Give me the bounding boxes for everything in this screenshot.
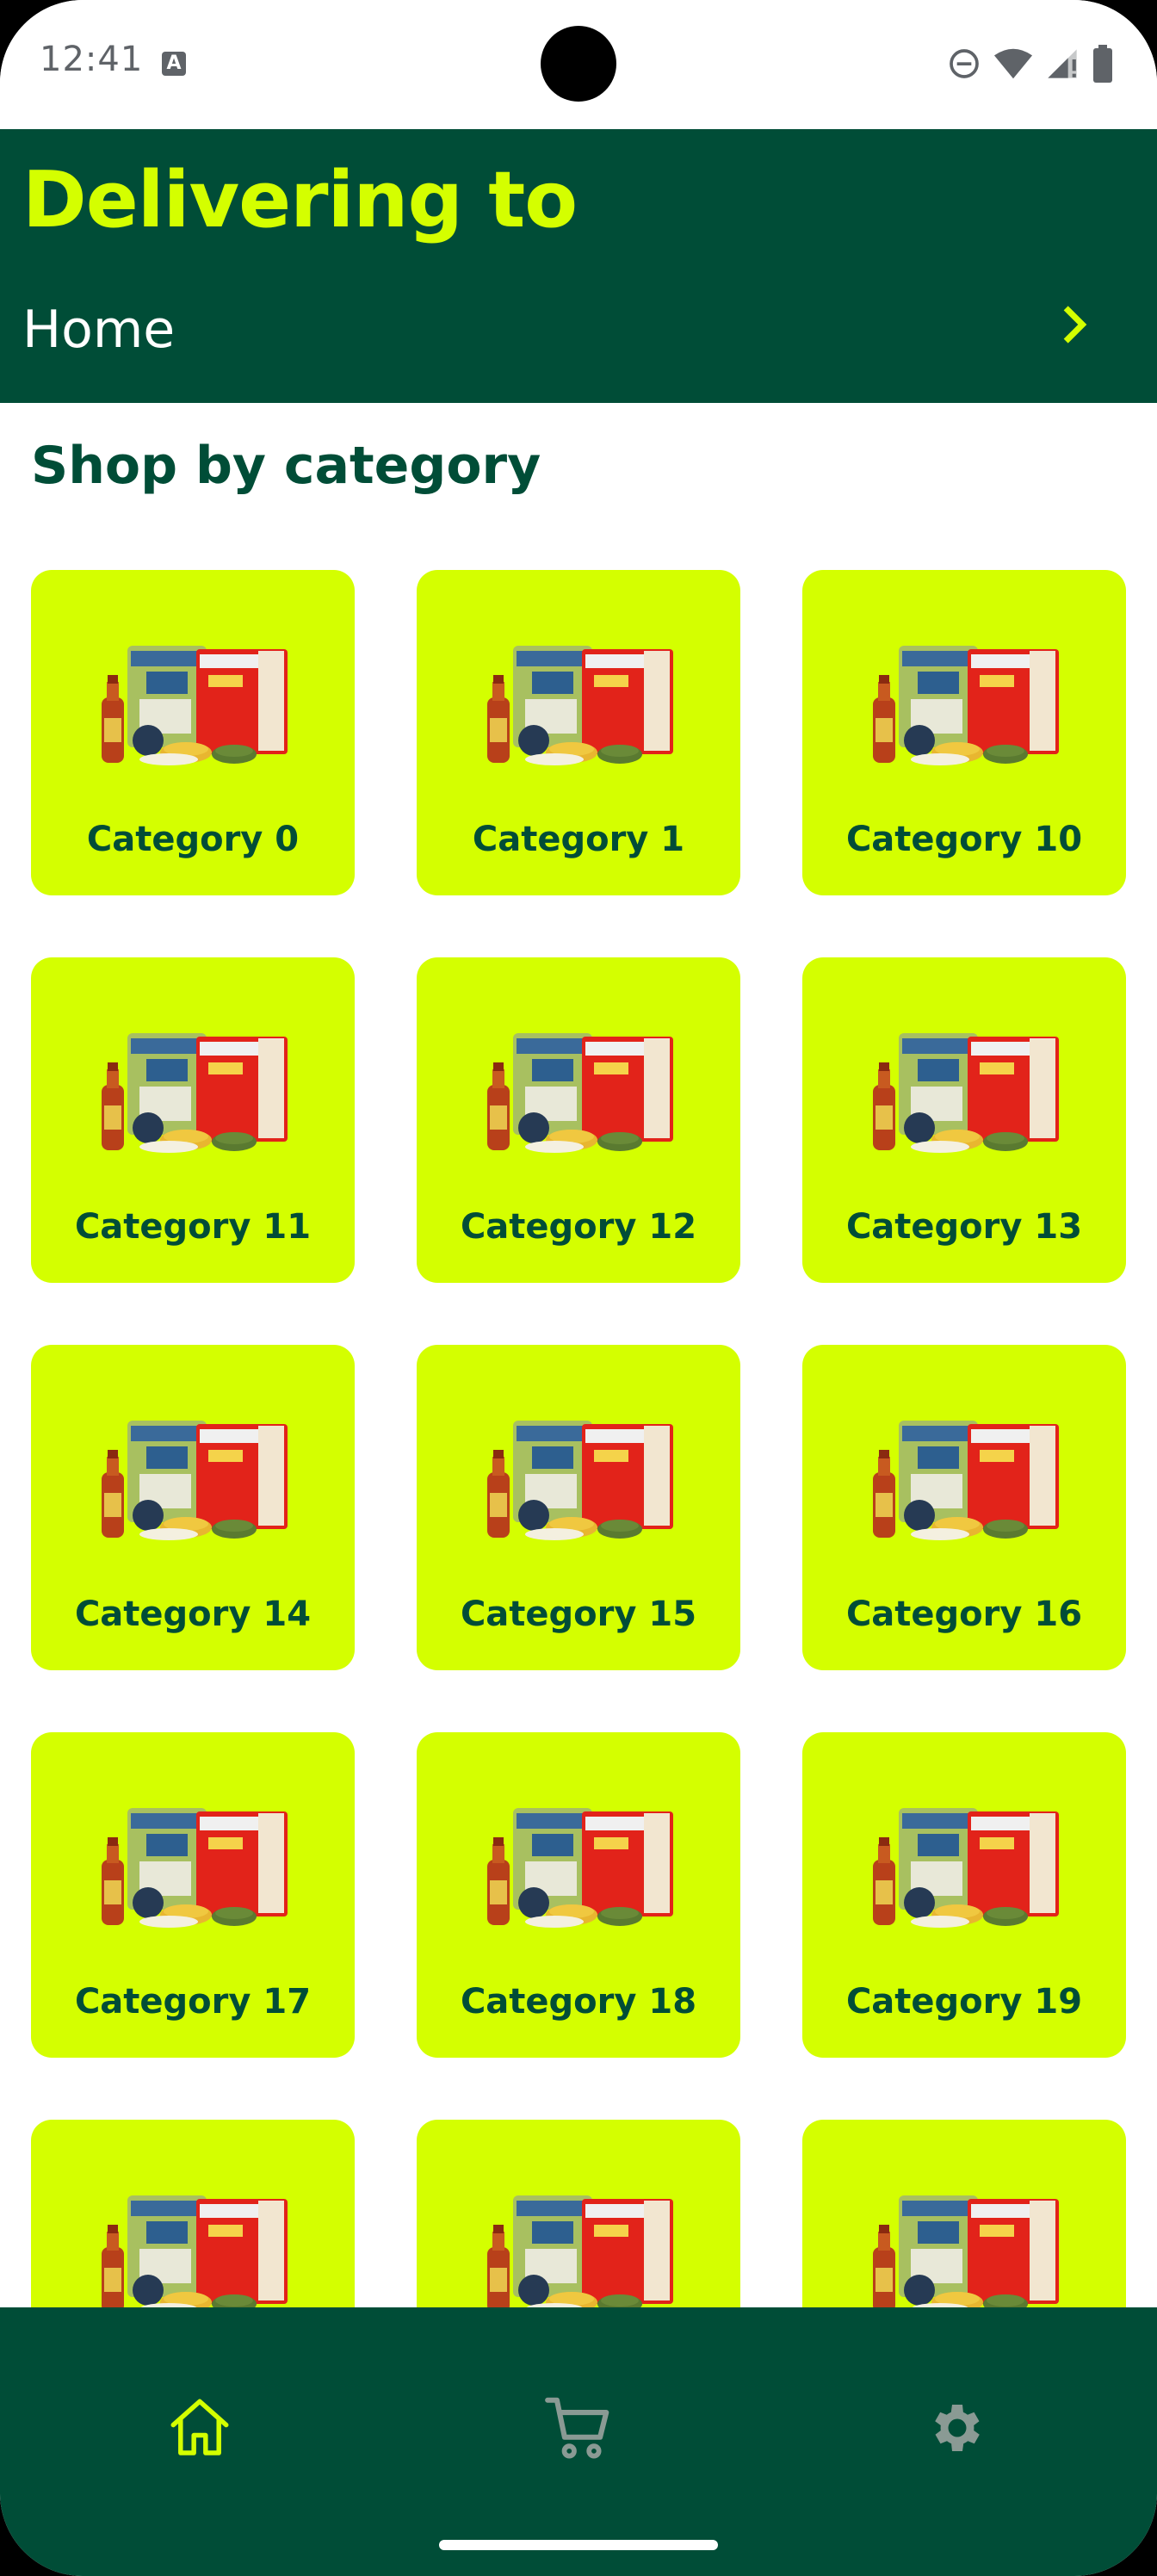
- app-screen: 12:41 A Delivering to Home Shop by categ…: [0, 0, 1157, 2576]
- category-label: Category 1: [472, 820, 685, 859]
- category-card[interactable]: Category 13: [802, 957, 1126, 1283]
- category-product-image: [873, 646, 1059, 765]
- section-title: Shop by category: [31, 436, 541, 496]
- category-label: Category 13: [845, 1207, 1083, 1247]
- category-product-image: [487, 1033, 673, 1153]
- category-label: Category 19: [845, 1982, 1083, 2022]
- category-product-image: [102, 646, 288, 765]
- signal-icon: [1048, 49, 1077, 78]
- category-product-image: [487, 646, 673, 765]
- category-product-image: [487, 2195, 673, 2315]
- category-product-image: [873, 1808, 1059, 1928]
- chevron-right-icon: [1063, 306, 1087, 344]
- status-bar: 12:41 A: [0, 0, 1157, 129]
- do-not-disturb-icon: [950, 49, 979, 78]
- category-label: Category 18: [460, 1982, 697, 2022]
- nav-settings-button[interactable]: [906, 2376, 1009, 2480]
- category-card[interactable]: Category 1: [417, 570, 740, 895]
- category-label: Category 15: [460, 1595, 697, 1634]
- address-label: Home: [22, 300, 176, 360]
- category-product-image: [102, 1033, 288, 1153]
- cart-icon: [545, 2397, 609, 2459]
- category-card[interactable]: Category 15: [417, 1345, 740, 1670]
- category-label: Category 11: [74, 1207, 312, 1247]
- category-card[interactable]: Category 18: [417, 1732, 740, 2058]
- category-label: Category 12: [460, 1207, 697, 1247]
- battery-icon: [1093, 45, 1112, 83]
- category-label: Category 17: [74, 1982, 312, 2022]
- nav-cart-button[interactable]: [527, 2376, 630, 2480]
- address-selector[interactable]: Home: [0, 284, 1157, 370]
- status-time: 12:41: [40, 40, 144, 79]
- category-product-image: [873, 1033, 1059, 1153]
- camera-cutout: [541, 26, 616, 102]
- category-product-image: [487, 1421, 673, 1540]
- category-card[interactable]: Category 10: [802, 570, 1126, 895]
- home-icon: [170, 2399, 229, 2455]
- category-card[interactable]: Category 19: [802, 1732, 1126, 2058]
- category-card[interactable]: Category 16: [802, 1345, 1126, 1670]
- category-card[interactable]: Category 17: [31, 1732, 355, 2058]
- category-card[interactable]: Category 11: [31, 957, 355, 1283]
- category-product-image: [873, 1421, 1059, 1540]
- gear-icon: [935, 2405, 980, 2451]
- category-product-image: [873, 2195, 1059, 2315]
- category-label: Category 14: [74, 1595, 312, 1634]
- category-label: Category 10: [845, 820, 1083, 859]
- category-label: Category 0: [86, 820, 300, 859]
- bottom-navigation: [0, 2307, 1157, 2576]
- category-product-image: [102, 1421, 288, 1540]
- category-product-image: [487, 1808, 673, 1928]
- category-card[interactable]: Category 0: [31, 570, 355, 895]
- gesture-handle[interactable]: [439, 2540, 718, 2550]
- category-product-image: [102, 2195, 288, 2315]
- nav-home-button[interactable]: [148, 2376, 251, 2480]
- category-card[interactable]: Category 12: [417, 957, 740, 1283]
- wifi-icon: [993, 48, 1033, 79]
- category-label: Category 16: [845, 1595, 1083, 1634]
- delivery-header: Delivering to Home: [0, 129, 1157, 403]
- status-icons: [947, 45, 1114, 83]
- category-grid: Category 0 Category 1 Category 10 Catego…: [31, 570, 1126, 2445]
- delivering-to-title: Delivering to: [22, 155, 578, 245]
- category-card[interactable]: Category 14: [31, 1345, 355, 1670]
- a-notification-icon: A: [162, 52, 186, 76]
- category-product-image: [102, 1808, 288, 1928]
